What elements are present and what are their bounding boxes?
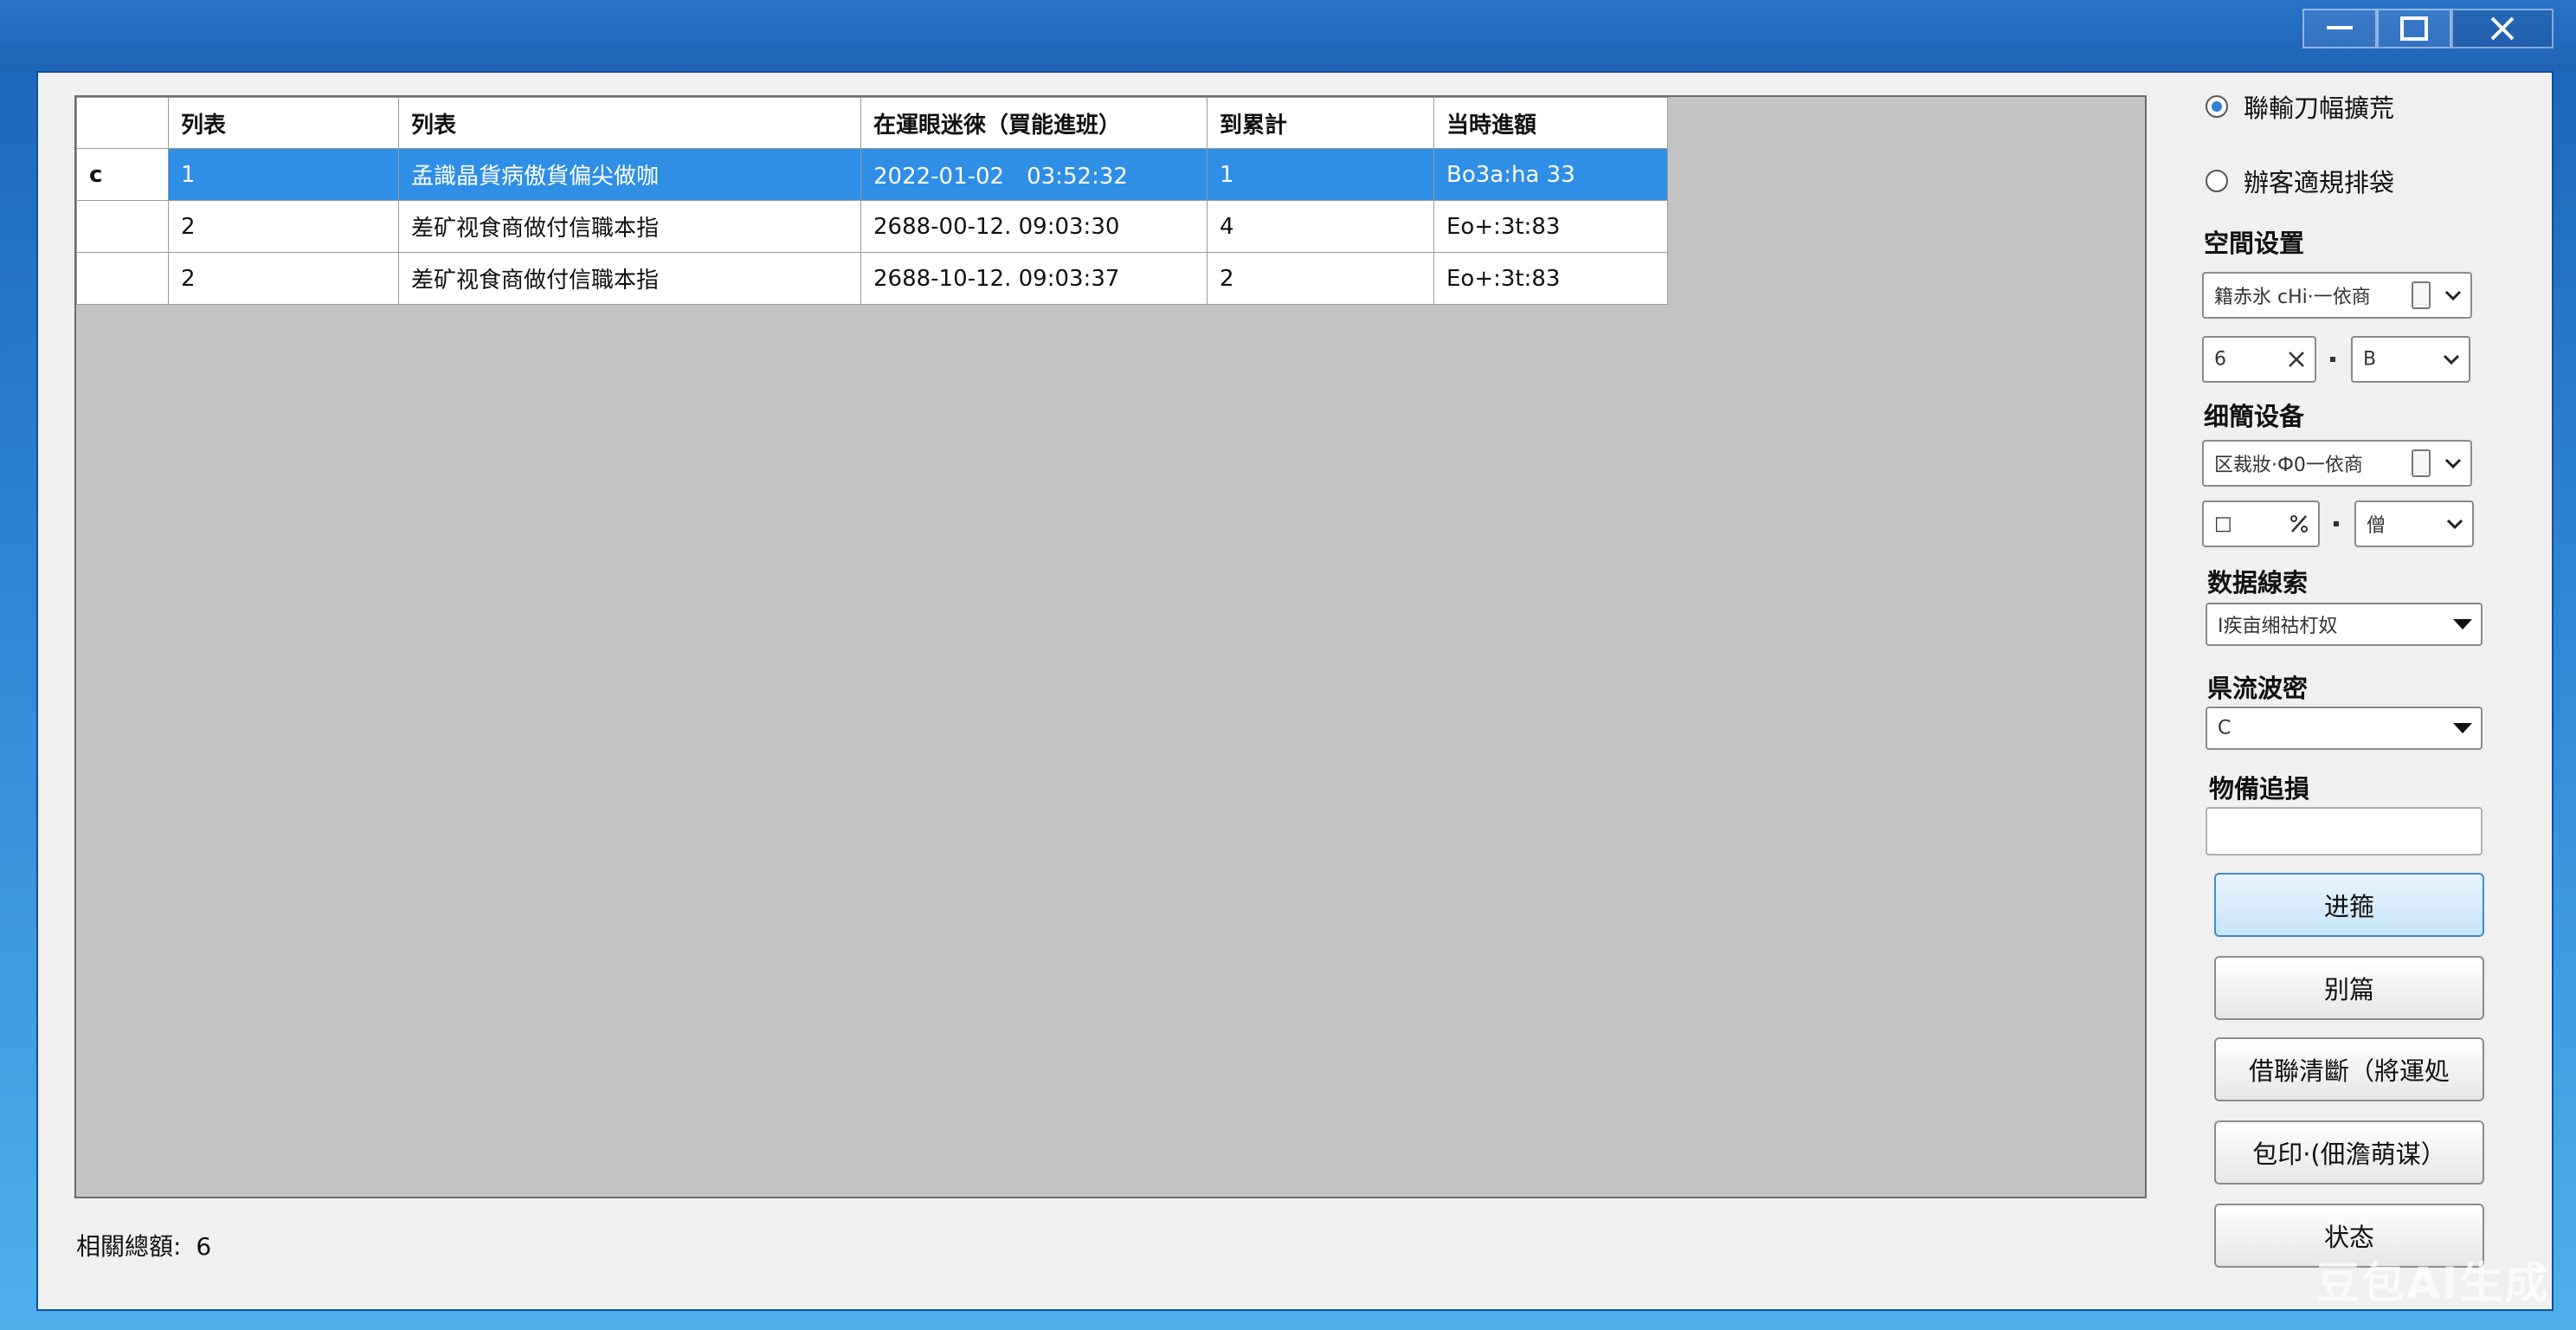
minimize-button[interactable] [2302, 9, 2377, 48]
table-cell[interactable]: 2 [168, 252, 399, 305]
maximize-icon [2400, 16, 2428, 41]
radio-selected-icon [2206, 95, 2228, 118]
table-row[interactable]: c 1 孟識晶貨病傲貨偏尖做咖 2022-01-02 03:52:32 1 Bo… [76, 148, 1668, 201]
maximize-button[interactable] [2377, 9, 2451, 48]
other-button-label: 别篇 [2323, 975, 2374, 1004]
separator-dot [2330, 357, 2335, 362]
table-cell[interactable]: 2688-00-12. 09:03:30 [860, 200, 1208, 253]
flow-select-value: C [2218, 717, 2231, 739]
table-cell[interactable]: 4 [1207, 200, 1434, 253]
table-cell[interactable]: Bo3a:ha 33 [1433, 148, 1668, 201]
space-spin-right-value: B [2363, 348, 2377, 371]
scroll-thumb-icon [2412, 449, 2431, 477]
radio-option-2[interactable]: 辦客適規排袋 [2206, 163, 2394, 199]
data-grid: 列表 列表 在運眼迷徠（買能進班） 到累計 当時進額 c 1 孟識晶貨病傲貨偏尖… [76, 97, 1668, 305]
table-cell[interactable]: 差矿视食商做付信職本指 [398, 252, 861, 305]
go-button-label: 进箍 [2323, 892, 2374, 921]
go-button[interactable]: 进箍 [2214, 873, 2484, 937]
track-label: 物備追損 [2209, 774, 2310, 804]
clear-button-label: 借聯清斷（將運処 [2248, 1056, 2450, 1086]
column-header[interactable]: 列表 [168, 97, 399, 149]
space-spin-right[interactable]: B [2351, 336, 2470, 383]
detail-select-value: 区裁妝·Ф0一依商 [2214, 455, 2363, 476]
dropdown-arrow-icon [2453, 723, 2472, 733]
radio-label: 辦客適規排袋 [2244, 168, 2395, 197]
table-row[interactable]: 2 差矿视食商做付信職本指 2688-10-12. 09:03:37 2 Eo+… [76, 252, 1668, 305]
grid-header-row: 列表 列表 在運眼迷徠（買能進班） 到累計 当時進額 [76, 97, 1668, 149]
status-value: 6 [196, 1232, 212, 1261]
table-cell[interactable]: Eo+:3t:83 [1433, 252, 1668, 305]
chevron-down-icon [2446, 519, 2463, 529]
column-header[interactable]: 当時進額 [1433, 97, 1668, 149]
close-button[interactable] [2451, 9, 2553, 48]
scroll-thumb-icon [2412, 281, 2431, 309]
radio-unselected-icon [2206, 170, 2228, 192]
radio-option-1[interactable]: 聯輸刀幅擴荒 [2206, 88, 2394, 125]
table-cell[interactable]: 1 [1207, 148, 1434, 201]
table-cell[interactable]: 2 [168, 200, 399, 253]
percent-icon[interactable] [2289, 514, 2309, 533]
table-cell[interactable]: 2688-10-12. 09:03:37 [860, 252, 1208, 305]
detail-spin-left[interactable]: □ [2202, 500, 2320, 547]
print-button-label: 包印·(佃澹萌谋） [2252, 1140, 2446, 1169]
table-cell[interactable]: 1 [168, 148, 399, 201]
watermark: 豆包AI生成 [2316, 1258, 2550, 1308]
clear-icon[interactable] [2287, 350, 2306, 369]
column-header[interactable] [76, 97, 169, 149]
space-spin-left-value: 6 [2214, 348, 2226, 371]
flow-label: 県流波密 [2207, 674, 2309, 703]
row-header[interactable] [76, 252, 169, 305]
space-select-value: 籍赤氷 cHi·一依商 [2214, 287, 2371, 308]
chevron-down-icon [2443, 354, 2460, 365]
table-cell[interactable]: 孟識晶貨病傲貨偏尖做咖 [398, 148, 861, 201]
column-header[interactable]: 列表 [398, 97, 861, 149]
flow-select[interactable]: C [2206, 707, 2483, 750]
status-label: 相關總額: [76, 1232, 182, 1261]
detail-select[interactable]: 区裁妝·Ф0一依商 [2202, 440, 2472, 487]
track-input[interactable] [2206, 807, 2483, 855]
chevron-down-icon [2444, 458, 2462, 468]
table-cell[interactable]: 2 [1207, 252, 1434, 305]
column-header[interactable]: 到累計 [1207, 97, 1434, 149]
table-cell[interactable]: Eo+:3t:83 [1433, 200, 1668, 253]
other-button[interactable]: 别篇 [2214, 956, 2484, 1020]
row-header[interactable]: c [76, 148, 169, 201]
close-icon [2490, 16, 2515, 41]
status-line: 相關總額: 6 [76, 1228, 211, 1262]
table-cell[interactable]: 2022-01-02 03:52:32 [860, 148, 1208, 201]
detail-spin-left-value: □ [2214, 513, 2232, 535]
title-bar [0, 0, 2576, 69]
detail-spin-right-value: 僧 [2367, 515, 2386, 537]
radio-label: 聯輸刀幅擴荒 [2244, 94, 2395, 123]
data-select[interactable]: I疾亩缃祜朾奴 [2206, 603, 2483, 646]
space-select[interactable]: 籍赤氷 cHi·一依商 [2202, 272, 2472, 319]
clear-button[interactable]: 借聯清斷（將運処 [2214, 1037, 2484, 1101]
data-grid-panel: 列表 列表 在運眼迷徠（買能進班） 到累計 当時進額 c 1 孟識晶貨病傲貨偏尖… [74, 95, 2147, 1198]
data-select-value: I疾亩缃祜朾奴 [2218, 616, 2338, 637]
space-spin-left[interactable]: 6 [2202, 336, 2316, 383]
separator-dot [2334, 521, 2339, 526]
column-header[interactable]: 在運眼迷徠（買能進班） [860, 97, 1208, 149]
space-settings-label: 空間设置 [2204, 229, 2305, 258]
table-cell[interactable]: 差矿视食商做付信職本指 [398, 200, 861, 253]
detail-spin-right[interactable]: 僧 [2354, 500, 2474, 547]
data-search-label: 数据線索 [2207, 568, 2309, 597]
minimize-icon [2327, 26, 2353, 29]
chevron-down-icon [2444, 290, 2462, 300]
row-header[interactable] [76, 200, 169, 253]
table-row[interactable]: 2 差矿视食商做付信職本指 2688-00-12. 09:03:30 4 Eo+… [76, 200, 1668, 253]
detail-settings-label: 细簡设备 [2204, 402, 2305, 431]
dropdown-arrow-icon [2453, 619, 2472, 629]
print-button[interactable]: 包印·(佃澹萌谋） [2214, 1120, 2484, 1185]
